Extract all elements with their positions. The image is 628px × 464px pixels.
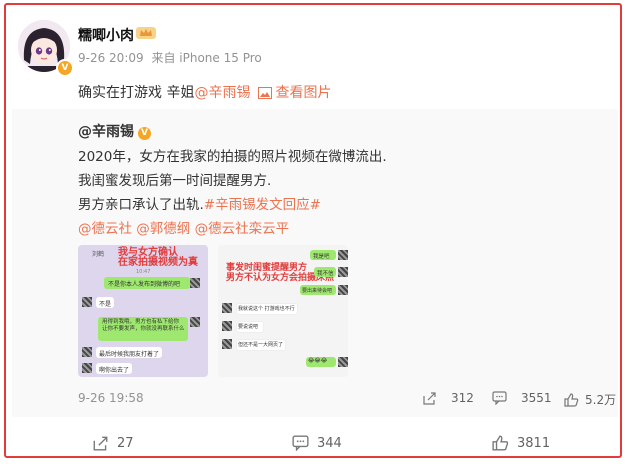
repost-like-count: 5.2万: [585, 393, 617, 407]
comment-icon: [292, 435, 309, 451]
chat-time: 10:47: [136, 269, 151, 275]
comment-button[interactable]: 344: [292, 435, 342, 451]
mention-luanyunping[interactable]: @德云社栾云平: [195, 221, 290, 237]
repost-author[interactable]: @辛雨锡 V: [78, 121, 151, 141]
repost-author-name: @辛雨锡: [78, 124, 134, 140]
chat-message-4: 我就说这个 打游戏也不行: [238, 306, 295, 312]
mention-deyunshe[interactable]: @德云社: [78, 221, 132, 237]
like-button[interactable]: 3811: [492, 435, 550, 451]
repost-share-count: 312: [451, 391, 474, 405]
chat-message-5: 啊你出去了: [99, 367, 130, 374]
view-images-label: 查看图片: [275, 85, 332, 101]
repost-comment-button[interactable]: 3551: [492, 391, 552, 405]
image-icon: [258, 87, 273, 99]
verified-icon: V: [56, 59, 74, 77]
mention-link[interactable]: @辛雨锡: [194, 85, 250, 101]
comment-count: 344: [317, 435, 342, 451]
share-icon: [423, 392, 436, 405]
repost-like-button[interactable]: 5.2万: [564, 391, 616, 408]
view-images-link[interactable]: 查看图片: [250, 85, 331, 101]
image-1-overlay-title: 我与女方确认 在家拍摄视频为真: [118, 247, 198, 268]
chat-message-6: 但还不是一大网页了: [238, 342, 284, 348]
chat-message-2: 不是: [99, 301, 112, 308]
share-button[interactable]: 27: [92, 435, 134, 451]
chat-message-4: 最后时候我朋友打着了: [99, 351, 160, 358]
share-icon: [93, 436, 108, 451]
repost-share-button[interactable]: 312: [422, 391, 474, 405]
hashtag-link[interactable]: #辛雨锡发文回应#: [204, 197, 321, 213]
post-meta: 9-26 20:09 来自 iPhone 15 Pro: [78, 49, 262, 66]
chat-message-1: 不是你本人发布到微博的吧: [108, 281, 181, 288]
post-source: 来自 iPhone 15 Pro: [151, 51, 262, 65]
repost-image-1[interactable]: 刘鹤 我与女方确认 在家拍摄视频为真 10:47 不是你本人发布到微博的吧 不是…: [78, 245, 208, 377]
username[interactable]: 糯唧小肉: [78, 25, 134, 45]
thumbs-up-icon: [564, 392, 579, 407]
repost-mentions: @德云社 @郭德纲 @德云社栾云平: [78, 217, 289, 237]
chat-message-1: 我是吧: [313, 254, 330, 260]
post-text: 确实在打游戏 辛姐@辛雨锡 查看图片: [78, 82, 331, 102]
verified-icon: V: [138, 127, 151, 140]
repost-line-2: 我闺蜜发现后第一时间提醒男方.: [78, 173, 272, 189]
comment-icon: [492, 391, 507, 405]
reposted-weibo: @辛雨锡 V 2020年，女方在我家的拍摄的照片视频在微博流出. 我闺蜜发现后第一…: [12, 109, 618, 417]
share-count: 27: [117, 435, 134, 451]
chat-contact-name: 刘鹤: [92, 251, 105, 258]
repost-time[interactable]: 9-26 19:58: [78, 391, 144, 405]
chat-message-3: 用得到我哦，男方也有私下给你 让你不要发声，你就没再联系什么: [102, 319, 185, 332]
mention-guodegang[interactable]: @郭德纲: [136, 221, 190, 237]
chat-message-5: 要说说吧: [238, 324, 259, 330]
crown-badge-icon: [136, 27, 156, 39]
post-card: V 糯唧小肉 9-26 20:09 来自 iPhone 15 Pro 确实在打游…: [4, 3, 622, 458]
repost-image-2[interactable]: 我是吧 事发时闺蜜提醒男方 男方不认为女方会拍摄床照 我不信 要出来待会吧 我就…: [218, 245, 348, 377]
chat-message-2: 我不信: [317, 271, 334, 277]
repost-line-3: 男方亲口承认了出轨.#辛雨锡发文回应#: [78, 193, 321, 213]
chat-message-3: 要出来待会吧: [302, 288, 333, 294]
post-text-plain: 确实在打游戏 辛姐: [78, 85, 195, 101]
repost-comment-count: 3551: [521, 391, 552, 405]
like-count: 3811: [517, 435, 551, 451]
post-time[interactable]: 9-26 20:09: [78, 51, 144, 65]
chat-message-7: 😂😂😂: [308, 358, 328, 364]
thumbs-up-icon: [492, 435, 509, 451]
repost-line-3-text: 男方亲口承认了出轨.: [78, 197, 204, 213]
repost-line-1: 2020年，女方在我家的拍摄的照片视频在微博流出.: [78, 149, 387, 165]
